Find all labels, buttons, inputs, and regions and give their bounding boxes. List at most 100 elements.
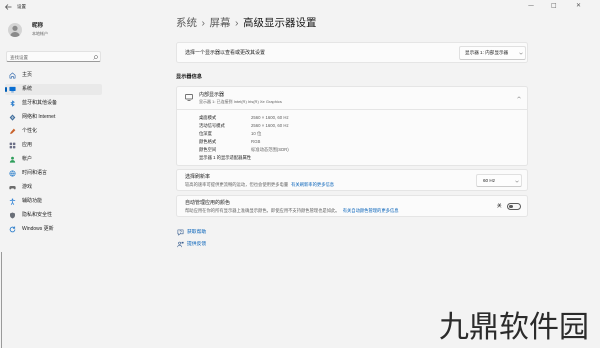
search-box[interactable] (6, 51, 101, 62)
user-avatar-icon (10, 25, 20, 37)
back-arrow-icon (5, 4, 12, 10)
chevron-up-icon[interactable] (517, 96, 521, 99)
network-icon (9, 114, 16, 121)
breadcrumb-separator: › (201, 17, 206, 29)
display-name: 内部显示器 (199, 91, 225, 98)
feedback-icon (177, 241, 184, 248)
sidebar-item-label: 系统 (22, 86, 33, 92)
sidebar-item-accounts[interactable]: 帐户 (5, 154, 102, 165)
adapter-properties-link[interactable]: 显示器 1 的显示适配器属性 (199, 155, 251, 160)
gamepad-icon (9, 184, 16, 191)
window-edge (1, 252, 2, 348)
sidebar-item-label: 个性化 (22, 128, 38, 134)
sidebar-item-label: 隐私和安全性 (22, 212, 53, 218)
give-feedback-link[interactable]: 提供反馈 (187, 242, 206, 248)
info-label: 位深度 (199, 131, 212, 136)
sidebar-item-label: Windows 更新 (22, 226, 54, 232)
chevron-down-icon (515, 180, 519, 183)
apps-icon (9, 142, 16, 149)
minimize-button[interactable]: — (528, 3, 534, 9)
sidebar-item-bluetooth[interactable]: 蓝牙和其他设备 (5, 98, 102, 109)
sidebar-item-personalization[interactable]: 个性化 (5, 126, 102, 137)
display-info-header[interactable]: 内部显示器 显示器 1: 已连接到 Intel(R) Iris(R) Xe Gr… (177, 87, 527, 109)
avatar[interactable] (8, 23, 22, 37)
sidebar-item-label: 主页 (22, 72, 33, 78)
home-icon (9, 72, 16, 79)
breadcrumb-separator: › (235, 17, 239, 29)
update-icon (9, 226, 16, 233)
back-button[interactable] (5, 4, 12, 10)
info-label: 活动信号模式 (199, 123, 225, 128)
color-management-title: 自动管理应用的颜色 (185, 199, 231, 206)
person-icon (9, 156, 16, 163)
search-icon[interactable] (93, 55, 98, 60)
color-management-description: 帮助应用在你的所有显示器上准确显示颜色，即使应用不支持颜色管理也是如此。 有关自动… (185, 207, 399, 213)
sidebar-item-time-language[interactable]: 时间和语言 (5, 168, 102, 179)
refresh-rate-dropdown[interactable]: 60 Hz (476, 174, 522, 187)
color-management-card: 自动管理应用的颜色 帮助应用在你的所有显示器上准确显示颜色，即使应用不支持颜色管… (176, 195, 528, 217)
window-title: 设置 (17, 4, 26, 9)
display-select-label: 选择一个显示器以查看或更改其设置 (185, 49, 266, 56)
color-management-learn-more-link[interactable]: 有关自动颜色管理的更多信息 (343, 208, 399, 213)
auto-color-toggle[interactable] (507, 202, 521, 210)
sidebar-item-label: 辅助功能 (22, 198, 43, 204)
display-info-card: 内部显示器 显示器 1: 已连接到 Intel(R) Iris(R) Xe Gr… (176, 86, 528, 166)
sidebar-item-privacy[interactable]: 隐私和安全性 (5, 210, 102, 221)
color-management-description-text: 帮助应用在你的所有显示器上准确显示颜色，即使应用不支持颜色管理也是如此。 (185, 207, 340, 213)
display-select-card: 选择一个显示器以查看或更改其设置 显示器 1: 内部显示器 (176, 42, 528, 63)
sidebar-item-label: 帐户 (22, 156, 33, 162)
monitor-icon (9, 86, 16, 93)
refresh-rate-card: 选择刷新率 较高的速率可提供更流畅的运动，但也会使用更多电量 有关刷新率的更多信息… (176, 169, 528, 191)
display-dropdown[interactable]: 显示器 1: 内部显示器 (459, 46, 526, 60)
monitor-outline-icon (185, 94, 193, 101)
shield-icon (9, 212, 16, 219)
sidebar-item-home[interactable]: 主页 (5, 70, 102, 81)
get-help-link[interactable]: 获取帮助 (187, 230, 206, 236)
brush-icon (9, 128, 16, 135)
info-label: 桌面模式 (199, 115, 217, 120)
info-value: 2560 × 1600, 60 Hz (251, 115, 289, 120)
breadcrumb-system[interactable]: 系统 (176, 18, 197, 29)
info-value: 2560 × 1600, 60 Hz (251, 123, 289, 128)
sidebar-item-network[interactable]: 网络和 Internet (5, 112, 102, 123)
info-value: 标准动态范围(SDR) (251, 147, 289, 152)
info-value: 10 位 (251, 131, 262, 136)
sidebar-item-label: 蓝牙和其他设备 (22, 100, 58, 106)
info-label: 颜色格式 (199, 139, 217, 144)
search-input[interactable] (10, 54, 90, 61)
refresh-rate-value: 60 Hz (483, 178, 496, 183)
refresh-rate-description-text: 较高的速率可提供更流畅的运动，但也会使用更多电量 (185, 181, 289, 187)
globe-icon (9, 170, 16, 177)
bluetooth-icon (9, 100, 16, 107)
sidebar-item-label: 时间和语言 (22, 170, 48, 176)
display-info-heading: 显示器信息 (176, 74, 202, 80)
refresh-rate-title: 选择刷新率 (185, 173, 211, 180)
info-label: 颜色空间 (199, 147, 217, 152)
page-title: 高级显示器设置 (243, 17, 317, 29)
sidebar-item-windows-update[interactable]: Windows 更新 (5, 224, 102, 235)
watermark: 九鼎软件园 (439, 311, 589, 344)
display-connection: 显示器 1: 已连接到 Intel(R) Iris(R) Xe Graphics (199, 98, 282, 104)
toggle-knob (509, 204, 513, 209)
breadcrumb: 系统 › 屏幕 › 高级显示器设置 (176, 18, 317, 29)
sidebar-item-label: 应用 (22, 142, 33, 148)
help-icon (177, 229, 184, 236)
divider (177, 109, 527, 110)
sidebar-item-apps[interactable]: 应用 (5, 140, 102, 151)
breadcrumb-display[interactable]: 屏幕 (210, 18, 231, 29)
sidebar-item-label: 游戏 (22, 184, 33, 190)
maximize-button[interactable]: □ (551, 3, 557, 9)
refresh-rate-learn-more-link[interactable]: 有关刷新率的更多信息 (291, 182, 334, 187)
sidebar-item-gaming[interactable]: 游戏 (5, 182, 102, 193)
user-name: 昵称 (32, 23, 44, 29)
refresh-rate-description: 较高的速率可提供更流畅的运动，但也会使用更多电量 有关刷新率的更多信息 (185, 181, 334, 187)
toggle-state-label: 关 (497, 203, 502, 208)
sidebar-item-label: 网络和 Internet (22, 114, 56, 120)
chevron-down-icon (519, 52, 523, 55)
sidebar-item-system[interactable]: 系统 (5, 84, 102, 95)
close-button[interactable]: ✕ (576, 3, 581, 9)
sidebar-item-accessibility[interactable]: 辅助功能 (5, 196, 102, 207)
settings-window: 设置 — □ ✕ 昵称 本地帐户 主页 系统 蓝牙和其他设备 网络和 Inter… (0, 0, 600, 348)
info-value: RGB (251, 139, 261, 144)
display-dropdown-value: 显示器 1: 内部显示器 (465, 50, 509, 56)
